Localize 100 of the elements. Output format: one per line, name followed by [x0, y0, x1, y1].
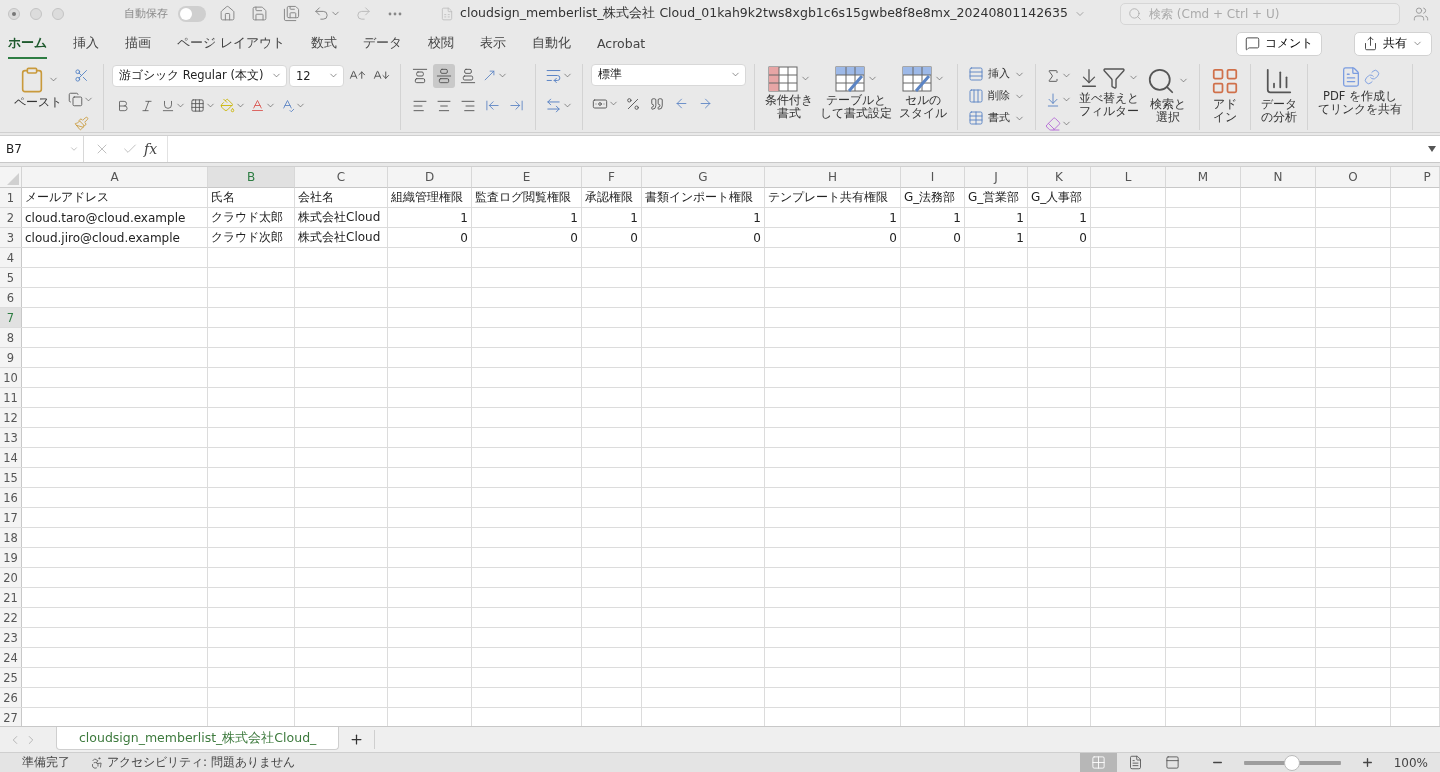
delete-cells-icon	[968, 88, 984, 105]
editing-button[interactable]: 検索と 選択	[1144, 63, 1191, 126]
ribbon-tab[interactable]: 描画	[125, 28, 151, 59]
ribbon-tab[interactable]: 数式	[311, 28, 337, 59]
table-cell-text: 0	[752, 229, 762, 247]
table-cell-text: 株式会社Cloud	[297, 209, 382, 227]
table-cell-text: 0	[888, 229, 898, 247]
number-format-dropdown[interactable]: 標準	[591, 63, 746, 86]
row-header[interactable]: 13	[0, 428, 22, 448]
row-header[interactable]: 1	[0, 188, 22, 208]
row-header[interactable]: 8	[0, 328, 22, 348]
autosave-toggle[interactable]	[178, 5, 206, 22]
ribbon-tab[interactable]: ページ レイアウト	[177, 28, 285, 59]
cell-styles-icon	[901, 65, 932, 92]
close-window-button[interactable]	[8, 7, 20, 20]
table-cell-text: クラウド太郎	[210, 209, 284, 227]
ribbon-button[interactable]: アド イン	[1208, 63, 1242, 126]
row-header[interactable]: 18	[0, 528, 22, 548]
row-header[interactable]: 14	[0, 448, 22, 468]
styles-button[interactable]: セルの スタイル	[897, 63, 949, 122]
row-header[interactable]: 25	[0, 668, 22, 688]
vertical-align-button[interactable]	[433, 63, 455, 88]
column-header[interactable]: C	[295, 167, 388, 189]
row-header[interactable]: 11	[0, 388, 22, 408]
row-header[interactable]: 5	[0, 268, 22, 288]
row-header[interactable]: 10	[0, 368, 22, 388]
accessibility-status[interactable]: アクセシビリティ: 問題ありません	[107, 754, 295, 771]
view-button[interactable]	[1079, 753, 1117, 772]
column-header[interactable]: M	[1166, 167, 1241, 189]
row-header[interactable]: 4	[0, 248, 22, 268]
paste-button[interactable]: ペースト	[12, 63, 64, 111]
slider-thumb[interactable]	[1284, 754, 1301, 771]
link-icon	[1364, 68, 1380, 85]
column-header[interactable]: A	[22, 167, 208, 189]
row-header[interactable]: 19	[0, 548, 22, 568]
column-header[interactable]: J	[965, 167, 1028, 189]
column-header[interactable]: P	[1391, 167, 1440, 189]
row-header[interactable]: 20	[0, 568, 22, 588]
font-size-dropdown[interactable]: 12	[289, 64, 344, 87]
column-header[interactable]: E	[472, 167, 582, 189]
row-header[interactable]: 9	[0, 348, 22, 368]
ribbon-button[interactable]: PDF を作成し てリンクを共有	[1316, 63, 1404, 118]
table-cell-text: 1	[569, 209, 579, 227]
ribbon-tab[interactable]: 表示	[480, 28, 506, 59]
ribbon-tab[interactable]: 校閲	[428, 28, 454, 59]
row-header[interactable]: 16	[0, 488, 22, 508]
zoom-window-button[interactable]	[52, 7, 64, 20]
column-header[interactable]: B	[208, 167, 295, 189]
paint-bucket-icon	[220, 98, 235, 114]
row-header[interactable]: 7	[0, 308, 22, 328]
column-header[interactable]: O	[1316, 167, 1391, 189]
font-name-dropdown[interactable]: 游ゴシック Regular (本文)	[112, 64, 287, 87]
column-header[interactable]: I	[901, 167, 965, 189]
column-header[interactable]: F	[582, 167, 642, 189]
row-header[interactable]: 24	[0, 648, 22, 668]
table-cell-text: 0	[629, 229, 639, 247]
row-header[interactable]: 3	[0, 228, 22, 248]
row-header[interactable]: 22	[0, 608, 22, 628]
row-header[interactable]: 23	[0, 628, 22, 648]
search-field[interactable]: 検索 (Cmd + Ctrl + U)	[1120, 2, 1400, 25]
column-header[interactable]: H	[765, 167, 901, 189]
column-header[interactable]: G	[642, 167, 765, 189]
table-cell-text: G_法務部	[903, 189, 957, 207]
comment-button[interactable]: コメント	[1236, 31, 1322, 56]
ribbon-tab[interactable]: 自動化	[532, 28, 571, 59]
ribbon-button[interactable]: データ の分析	[1259, 63, 1299, 126]
name-box[interactable]: B7	[0, 136, 84, 163]
share-button[interactable]: 共有	[1354, 31, 1432, 56]
expand-icon	[1428, 146, 1436, 153]
minimize-window-button[interactable]	[30, 7, 42, 20]
row-header[interactable]: 27	[0, 708, 22, 727]
ribbon-tab[interactable]: 挿入	[73, 28, 99, 59]
column-header[interactable]: K	[1028, 167, 1091, 189]
column-header[interactable]: D	[388, 167, 472, 189]
row-header[interactable]: 15	[0, 468, 22, 488]
conditional-formatting-icon	[767, 65, 798, 92]
editing-button[interactable]: 並べ替えと フィルター	[1076, 63, 1141, 120]
cells-button[interactable]: 書式	[966, 107, 1027, 129]
styles-button[interactable]: 条件付き 書式	[763, 63, 815, 122]
column-header[interactable]: L	[1091, 167, 1166, 189]
cells-button[interactable]: 挿入	[966, 63, 1027, 85]
row-header[interactable]: 2	[0, 208, 22, 228]
row-header[interactable]: 6	[0, 288, 22, 308]
align-top-icon	[412, 67, 428, 84]
row-header[interactable]: 21	[0, 588, 22, 608]
select-all-icon[interactable]	[7, 173, 19, 186]
zoom-in-icon	[1360, 756, 1374, 769]
table-cell-text: G_人事部	[1030, 189, 1084, 207]
ribbon-tab[interactable]: データ	[363, 28, 402, 59]
row-header[interactable]: 17	[0, 508, 22, 528]
bold-icon	[116, 98, 130, 113]
row-header[interactable]: 26	[0, 688, 22, 708]
sheet-tab[interactable]: cloudsign_memberlist_株式会社Cloud_	[56, 727, 340, 750]
cells-button[interactable]: 削除	[966, 85, 1027, 107]
row-header[interactable]: 12	[0, 408, 22, 428]
accessibility-icon	[90, 755, 104, 770]
ribbon-tab[interactable]: Acrobat	[597, 29, 646, 58]
styles-button[interactable]: テーブルと して書式設定	[818, 63, 894, 122]
column-header[interactable]: N	[1241, 167, 1316, 189]
ribbon-tab[interactable]: ホーム	[8, 28, 47, 59]
